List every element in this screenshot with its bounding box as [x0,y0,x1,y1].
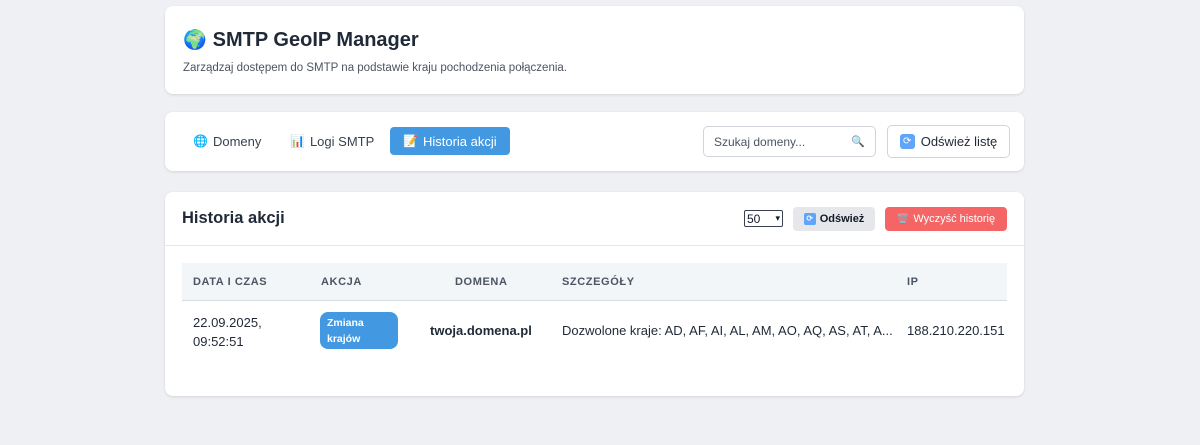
bar-chart-icon: 📊 [290,134,305,148]
memo-icon: 📝 [403,134,418,148]
tab-domeny[interactable]: 🌐 Domeny [180,127,274,155]
search-icon[interactable]: 🔍 [851,135,865,148]
app-subtitle: Zarządzaj dostępem do SMTP na podstawie … [183,62,567,74]
search-box: 🔍 [703,126,876,157]
action-badge: Zmiana krajów [320,312,398,349]
column-header-details: SZCZEGÓŁY [562,276,635,288]
refresh-icon: ⟳ [803,213,816,225]
refresh-list-label: Odśwież listę [920,134,998,149]
tab-logi-smtp[interactable]: 📊 Logi SMTP [277,127,387,155]
history-title: Historia akcji [182,209,285,227]
history-table: DATA I CZAS AKCJA DOMENA SZCZEGÓŁY IP 22… [182,263,1007,363]
table-row: 22.09.2025, 09:52:51 Zmiana krajów twoja… [182,301,1007,363]
globe-icon: 🌐 [193,134,208,148]
chevron-down-icon: ▾ [775,213,780,223]
app-title: 🌍 SMTP GeoIP Manager [183,28,419,52]
clear-history-button[interactable]: 🗑️ Wyczyść historię [885,207,1007,231]
globe-icon: 🌍 [183,30,207,51]
tab-label: Historia akcji [422,133,497,149]
refresh-list-button[interactable]: ⟳ Odśwież listę [887,125,1010,158]
tab-label: Logi SMTP [309,133,375,149]
column-header-domain: DOMENA [455,276,508,288]
column-header-date: DATA I CZAS [193,276,268,288]
row-domain: twoja.domena.pl [430,323,532,338]
row-ip: 188.210.220.151 [907,323,1005,338]
limit-value: 50 [747,211,761,226]
row-details: Dozwolone kraje: AD, AF, AI, AL, AM, AO,… [562,323,892,338]
row-time: 09:52:51 [193,334,244,349]
refresh-icon: ⟳ [899,134,915,149]
table-header: DATA I CZAS AKCJA DOMENA SZCZEGÓŁY IP [182,263,1007,301]
trash-icon: 🗑️ [896,213,910,225]
history-card: Historia akcji 50 ▾ ⟳ Odśwież 🗑️ Wyczyść… [165,192,1024,396]
divider [165,245,1024,246]
nav-card: 🌐 Domeny 📊 Logi SMTP 📝 Historia akcji 🔍 … [165,112,1024,171]
header-card: 🌍 SMTP GeoIP Manager Zarządzaj dostępem … [165,6,1024,94]
tab-label: Domeny [212,133,262,149]
tab-historia-akcji[interactable]: 📝 Historia akcji [390,127,510,155]
column-header-action: AKCJA [321,276,362,288]
refresh-button[interactable]: ⟳ Odśwież [793,207,875,231]
clear-history-label: Wyczyść historię [913,213,996,225]
column-header-ip: IP [907,276,919,288]
refresh-label: Odśwież [819,213,865,225]
search-input[interactable] [714,134,852,149]
row-datetime: 22.09.2025, 09:52:51 [193,313,283,351]
app-title-text: SMTP GeoIP Manager [212,28,419,51]
limit-select[interactable]: 50 ▾ [744,210,783,227]
row-date: 22.09.2025, [193,315,262,330]
